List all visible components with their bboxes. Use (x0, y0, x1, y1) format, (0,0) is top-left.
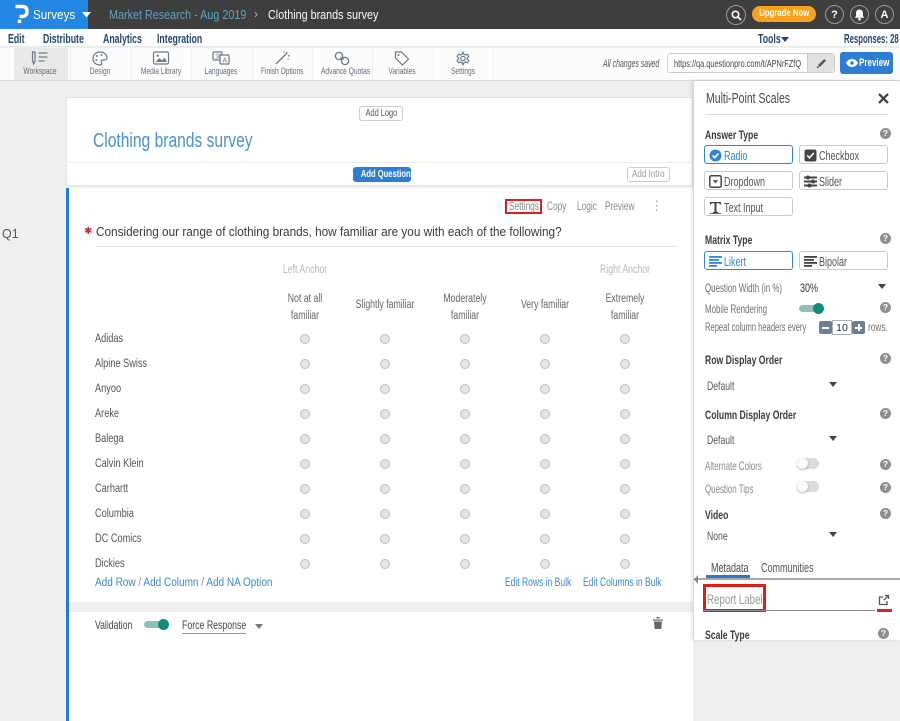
svg-text:文: 文 (215, 53, 221, 61)
svg-text:A: A (223, 58, 228, 65)
